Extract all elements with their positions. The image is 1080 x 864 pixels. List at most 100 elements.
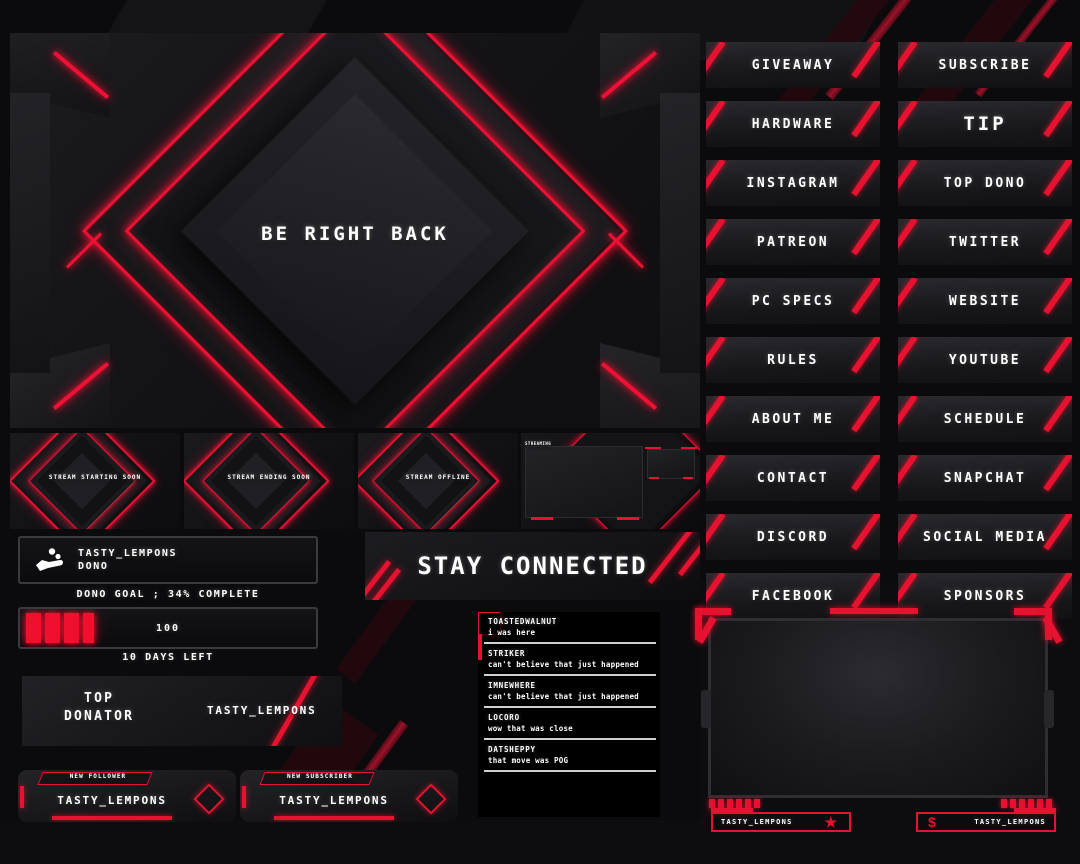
led-dot — [1019, 799, 1025, 808]
panel-button-pc-specs[interactable]: PC SPECS — [706, 278, 880, 324]
panel-button-schedule[interactable]: SCHEDULE — [898, 396, 1072, 442]
chat-username: IMNEWHERE — [488, 681, 536, 690]
thumbnail-stream-offline[interactable]: STREAM OFFLINE — [358, 433, 518, 529]
panel-button-label: CONTACT — [756, 470, 830, 486]
hand-coins-icon — [36, 548, 63, 571]
panel-button-instagram[interactable]: INSTAGRAM — [706, 160, 880, 206]
led-row-right — [1001, 799, 1052, 808]
thumbnail-label: STREAM STARTING SOON — [48, 474, 142, 481]
webcam-tag-right: $ TASTY_LEMPONS — [916, 812, 1056, 832]
frame-accent-top — [830, 608, 918, 614]
chat-username: TOASTEDWALNUT — [488, 617, 558, 626]
webcam-video-area — [708, 618, 1048, 798]
alert-underline-accent — [52, 816, 172, 820]
thumbnail-stream-layout-preview[interactable]: STREAMING — [521, 433, 700, 529]
diamond-icon — [415, 783, 447, 815]
led-dot — [718, 799, 724, 808]
frame-nub-left — [701, 690, 711, 728]
led-row-left — [709, 799, 760, 808]
panel-button-social-media[interactable]: SOCIAL MEDIA — [898, 514, 1072, 560]
led-dot — [745, 799, 751, 808]
chat-text: i was here — [488, 628, 536, 637]
panel-button-label: WEBSITE — [948, 293, 1022, 309]
panel-button-label: INSTAGRAM — [746, 175, 840, 191]
thumbnail-label: STREAM OFFLINE — [405, 474, 471, 481]
dollar-icon: $ — [928, 814, 936, 830]
panel-button-twitter[interactable]: TWITTER — [898, 219, 1072, 265]
led-dot — [1010, 799, 1016, 808]
be-right-back-screen: BE RIGHT BACK — [10, 33, 700, 428]
chat-text: can't believe that just happened — [488, 660, 639, 669]
top-donator-title-line1: TOP — [84, 691, 115, 706]
led-dot — [709, 799, 715, 808]
panel-button-discord[interactable]: DISCORD — [706, 514, 880, 560]
led-dot — [1028, 799, 1034, 808]
stay-connected-banner: STAY CONNECTED — [365, 532, 700, 600]
top-donator-name: TASTY_LEMPONS — [207, 704, 317, 717]
new-subscriber-alert: NEW SUBSCRIBER TASTY_LEMPONS — [240, 770, 458, 822]
panel-button-rules[interactable]: RULES — [706, 337, 880, 383]
alert-username: TASTY_LEMPONS — [279, 794, 389, 807]
dono-alert-widget: TASTY_LEMPONS DONO — [18, 536, 318, 584]
panel-button-label: PATREON — [756, 234, 830, 250]
panel-button-patreon[interactable]: PATREON — [706, 219, 880, 265]
chat-text: wow that was close — [488, 724, 573, 733]
new-follower-alert: NEW FOLLOWER TASTY_LEMPONS — [18, 770, 236, 822]
led-dot — [1037, 799, 1043, 808]
chat-text: can't believe that just happened — [488, 692, 639, 701]
chat-message: TOASTEDWALNUT i was here — [478, 612, 660, 644]
panel-button-tip[interactable]: TIP — [898, 101, 1072, 147]
frame-accent-bottom-left — [711, 808, 753, 812]
alert-underline-accent — [274, 816, 394, 820]
diamond-icon — [193, 783, 225, 815]
led-dot — [1001, 799, 1007, 808]
frame-nub-right — [1044, 690, 1054, 728]
panel-button-website[interactable]: WEBSITE — [898, 278, 1072, 324]
panel-button-snapchat[interactable]: SNAPCHAT — [898, 455, 1072, 501]
dono-goal-text: DONO GOAL ; 34% COMPLETE — [76, 589, 260, 600]
panel-button-label: ABOUT ME — [751, 411, 835, 427]
panel-button-hardware[interactable]: HARDWARE — [706, 101, 880, 147]
panel-button-top-dono[interactable]: TOP DONO — [898, 160, 1072, 206]
chat-username: LOCORO — [488, 713, 520, 722]
layout-preview-tag: STREAMING — [525, 441, 552, 446]
webcam-tag-left-name: TASTY_LEMPONS — [721, 818, 793, 826]
top-donator-widget: TOP DONATOR TASTY_LEMPONS — [22, 676, 342, 746]
panel-button-label: HARDWARE — [751, 116, 835, 132]
frame-accent-bottom-right — [1014, 808, 1056, 812]
webcam-tag-right-name: TASTY_LEMPONS — [974, 818, 1046, 826]
panel-button-label: TOP DONO — [943, 175, 1027, 191]
panel-button-giveaway[interactable]: GIVEAWAY — [706, 42, 880, 88]
panel-button-about-me[interactable]: ABOUT ME — [706, 396, 880, 442]
panel-button-label: SOCIAL MEDIA — [923, 529, 1047, 545]
panel-button-label: YOUTUBE — [948, 352, 1022, 368]
chat-separator — [484, 770, 656, 772]
chat-message-list[interactable]: TOASTEDWALNUT i was here STRIKER can't beli… — [478, 612, 660, 772]
be-right-back-label: BE RIGHT BACK — [261, 223, 449, 245]
chat-box: TOASTEDWALNUT i was here STRIKER can't beli… — [478, 612, 660, 817]
top-donator-title-line2: DONATOR — [64, 709, 135, 724]
chat-username: DATSHEPPY — [488, 745, 536, 754]
webcam-tag-left: TASTY_LEMPONS ★ — [711, 812, 851, 832]
panel-button-label: PC SPECS — [751, 293, 835, 309]
panel-button-subscribe[interactable]: SUBSCRIBE — [898, 42, 1072, 88]
alert-tab-label: NEW SUBSCRIBER — [287, 773, 353, 780]
led-dot — [754, 799, 760, 808]
alert-tab-label: NEW FOLLOWER — [69, 773, 127, 780]
panel-button-label: SCHEDULE — [943, 411, 1027, 427]
thumbnail-stream-starting-soon[interactable]: STREAM STARTING SOON — [10, 433, 180, 529]
thumbnail-stream-ending-soon[interactable]: STREAM ENDING SOON — [184, 433, 354, 529]
thumbnail-label: STREAM ENDING SOON — [227, 474, 311, 481]
panel-button-contact[interactable]: CONTACT — [706, 455, 880, 501]
alert-edge-accent — [242, 786, 246, 808]
panel-button-youtube[interactable]: YOUTUBE — [898, 337, 1072, 383]
dono-event-type: DONO — [78, 561, 109, 572]
panel-button-label: TWITTER — [948, 234, 1022, 250]
dono-days-left: 10 DAYS LEFT — [122, 652, 214, 663]
chat-message: LOCORO wow that was close — [478, 708, 660, 740]
panel-button-label: TIP — [963, 113, 1007, 135]
chat-message: IMNEWHERE can't believe that just happene… — [478, 676, 660, 708]
alert-edge-accent — [20, 786, 24, 808]
chat-username: STRIKER — [488, 649, 526, 658]
chat-text: that move was POG — [488, 756, 569, 765]
